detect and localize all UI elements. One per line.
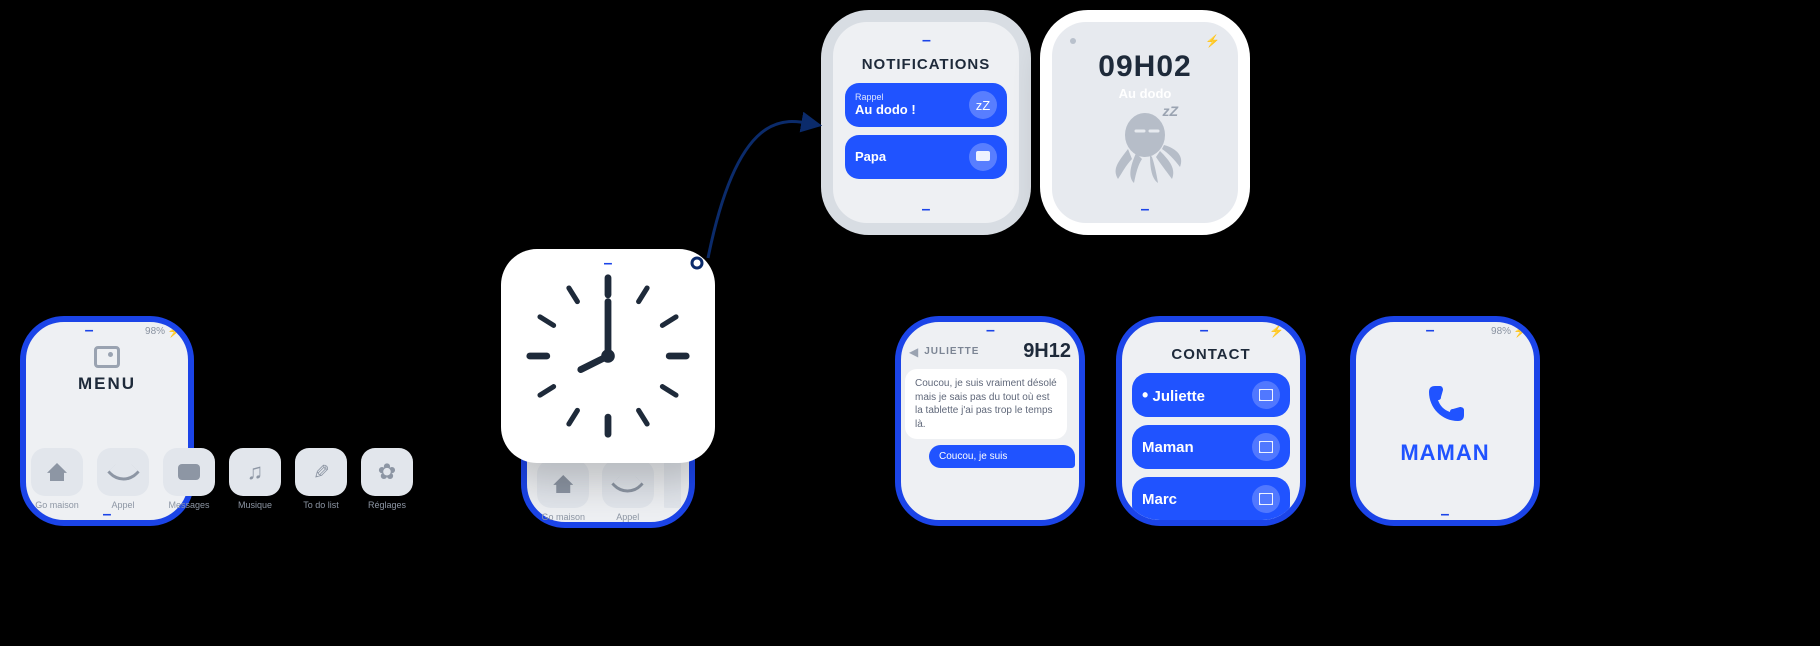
- picture-icon: [1252, 485, 1280, 513]
- dock-item-todo[interactable]: To do list: [292, 448, 350, 510]
- notch-indicator: –: [604, 255, 613, 273]
- home-icon: [47, 463, 67, 481]
- contact-row[interactable]: Maman: [1132, 425, 1290, 469]
- message-outgoing[interactable]: Coucou, je suis: [929, 445, 1075, 468]
- bolt-icon: ⚡: [1205, 34, 1220, 48]
- back-chevron-icon[interactable]: ◀: [909, 345, 918, 359]
- dock-item-home[interactable]: Go maison: [28, 448, 86, 510]
- phone-icon[interactable]: [1420, 380, 1470, 430]
- sleep-time: 09H02: [1064, 50, 1226, 84]
- status-dot: [1362, 328, 1368, 334]
- home-indicator[interactable]: –: [1064, 201, 1226, 215]
- dock-item-call[interactable]: Appel: [600, 460, 657, 522]
- battery-level: 98%: [1491, 326, 1511, 337]
- chat-contact-name: JULIETTE: [924, 346, 979, 357]
- watch-notifications: – NOTIFICATIONS Rappel Au dodo ! zZ Papa…: [821, 10, 1031, 235]
- home-indicator[interactable]: –: [1356, 506, 1534, 520]
- zz-icon: zZ: [1162, 103, 1178, 119]
- status-dot: [1070, 38, 1076, 44]
- notifications-title: NOTIFICATIONS: [845, 56, 1007, 73]
- clock-overlay-card[interactable]: –: [501, 249, 715, 463]
- phone-icon: [112, 461, 135, 484]
- status-bar: – 98%⚡: [26, 322, 188, 340]
- message-icon: [178, 464, 200, 480]
- home-indicator[interactable]: –: [845, 201, 1007, 215]
- message-incoming[interactable]: Coucou, je suis vraiment désolé mais je …: [905, 369, 1067, 439]
- bolt-icon: ⚡: [1269, 324, 1284, 338]
- todo-icon: [313, 460, 330, 485]
- picture-icon: [94, 346, 120, 368]
- chat-time: 9H12: [1023, 340, 1071, 363]
- contact-row[interactable]: Marc: [1132, 477, 1290, 521]
- home-icon: [553, 475, 573, 493]
- phone-icon: [616, 473, 639, 496]
- picture-icon: [1252, 433, 1280, 461]
- analog-clock: [523, 271, 693, 441]
- dock-item-music[interactable]: ♫ Musique: [226, 448, 284, 510]
- notification-item[interactable]: Papa: [845, 135, 1007, 179]
- dock-item-settings[interactable]: Réglages: [358, 448, 416, 510]
- bolt-icon: ⚡: [167, 324, 182, 338]
- sleep-icon: zZ: [969, 91, 997, 119]
- dock-item-cut: [664, 460, 681, 522]
- gear-icon: [378, 459, 396, 485]
- notification-item[interactable]: Rappel Au dodo ! zZ: [845, 83, 1007, 127]
- contact-row[interactable]: • Juliette: [1132, 373, 1290, 417]
- menu-title: MENU: [78, 374, 136, 394]
- message-icon: [969, 143, 997, 171]
- dock-item-call[interactable]: Appel: [94, 448, 152, 510]
- dock-item-home[interactable]: Go maison: [535, 460, 592, 522]
- watch-call: – 98%⚡ MAMAN –: [1350, 316, 1540, 526]
- picture-icon: [1252, 381, 1280, 409]
- battery-level: 98%: [145, 326, 165, 337]
- app-dock: Go maison Appel Messages ♫ Musique To do…: [20, 448, 416, 510]
- notch-indicator: –: [85, 322, 93, 340]
- call-contact-name: MAMAN: [1400, 440, 1489, 466]
- sleep-subtitle: Au dodo: [1064, 86, 1226, 101]
- watch-chat: – ◀ JULIETTE 9H12 Coucou, je suis vraime…: [895, 316, 1085, 526]
- dock-item-messages[interactable]: Messages: [160, 448, 218, 510]
- link-anchor-icon: [689, 255, 705, 271]
- contacts-title: CONTACT: [1132, 346, 1290, 363]
- music-icon: ♫: [247, 459, 264, 485]
- watch-contacts: –⚡ CONTACT • Juliette Maman Marc: [1116, 316, 1306, 526]
- octopus-illustration: zZ: [1064, 107, 1226, 187]
- watch-sleep: ⚡ 09H02 Au dodo zZ –: [1040, 10, 1250, 235]
- bolt-icon: ⚡: [1513, 324, 1528, 338]
